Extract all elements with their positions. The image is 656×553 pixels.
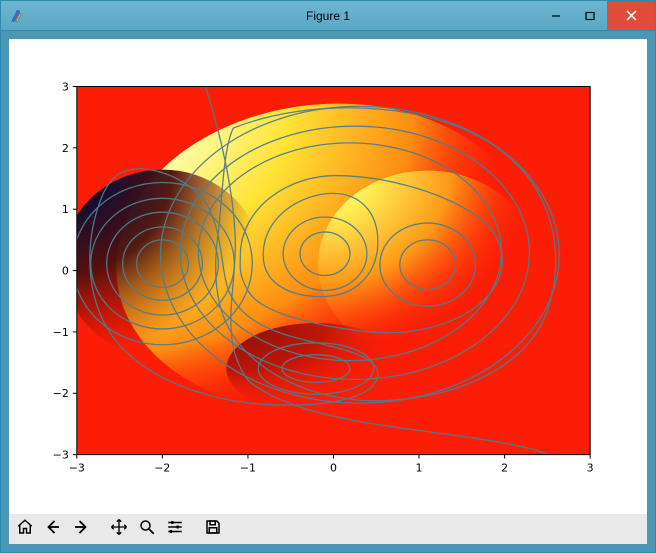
minimize-button[interactable] bbox=[539, 1, 573, 30]
ytick-label: 0 bbox=[62, 265, 69, 278]
magnify-icon bbox=[138, 518, 156, 541]
move-icon bbox=[110, 518, 128, 541]
figure-canvas[interactable]: −3 −2 −1 0 1 bbox=[9, 39, 647, 514]
ytick-label: 1 bbox=[62, 203, 69, 216]
y-axis-ticks: −3 −2 −1 0 1 bbox=[53, 80, 77, 461]
ytick-label: 2 bbox=[62, 142, 69, 155]
zoom-button[interactable] bbox=[133, 516, 161, 542]
maximize-button[interactable] bbox=[573, 1, 607, 30]
ytick-label: −3 bbox=[53, 449, 69, 462]
xtick-label: 1 bbox=[416, 461, 423, 474]
toolbar-separator bbox=[95, 514, 105, 544]
plot-svg: −3 −2 −1 0 1 bbox=[9, 39, 647, 514]
x-axis-ticks: −3 −2 −1 0 1 bbox=[69, 455, 594, 475]
matplotlib-toolbar bbox=[9, 514, 647, 544]
arrow-left-icon bbox=[44, 518, 62, 541]
home-icon bbox=[16, 518, 34, 541]
sliders-icon bbox=[166, 518, 184, 541]
app-window: Figure 1 bbox=[0, 0, 656, 553]
titlebar[interactable]: Figure 1 bbox=[1, 1, 655, 31]
pan-button[interactable] bbox=[105, 516, 133, 542]
xtick-label: 2 bbox=[501, 461, 508, 474]
xtick-label: −3 bbox=[69, 461, 85, 474]
xtick-label: 0 bbox=[330, 461, 337, 474]
save-icon bbox=[204, 518, 222, 541]
arrow-right-icon bbox=[72, 518, 90, 541]
ytick-label: −2 bbox=[53, 387, 69, 400]
forward-button[interactable] bbox=[67, 516, 95, 542]
toolbar-separator bbox=[189, 514, 199, 544]
xtick-label: 3 bbox=[587, 461, 594, 474]
xtick-label: −1 bbox=[240, 461, 256, 474]
configure-subplots-button[interactable] bbox=[161, 516, 189, 542]
home-button[interactable] bbox=[11, 516, 39, 542]
xtick-label: −2 bbox=[154, 461, 170, 474]
ytick-label: 3 bbox=[62, 80, 69, 93]
ytick-label: −1 bbox=[53, 326, 69, 339]
window-controls bbox=[539, 1, 655, 30]
back-button[interactable] bbox=[39, 516, 67, 542]
tk-feather-icon bbox=[7, 6, 27, 26]
client-area: −3 −2 −1 0 1 bbox=[1, 31, 655, 552]
close-button[interactable] bbox=[607, 1, 655, 30]
save-figure-button[interactable] bbox=[199, 516, 227, 542]
